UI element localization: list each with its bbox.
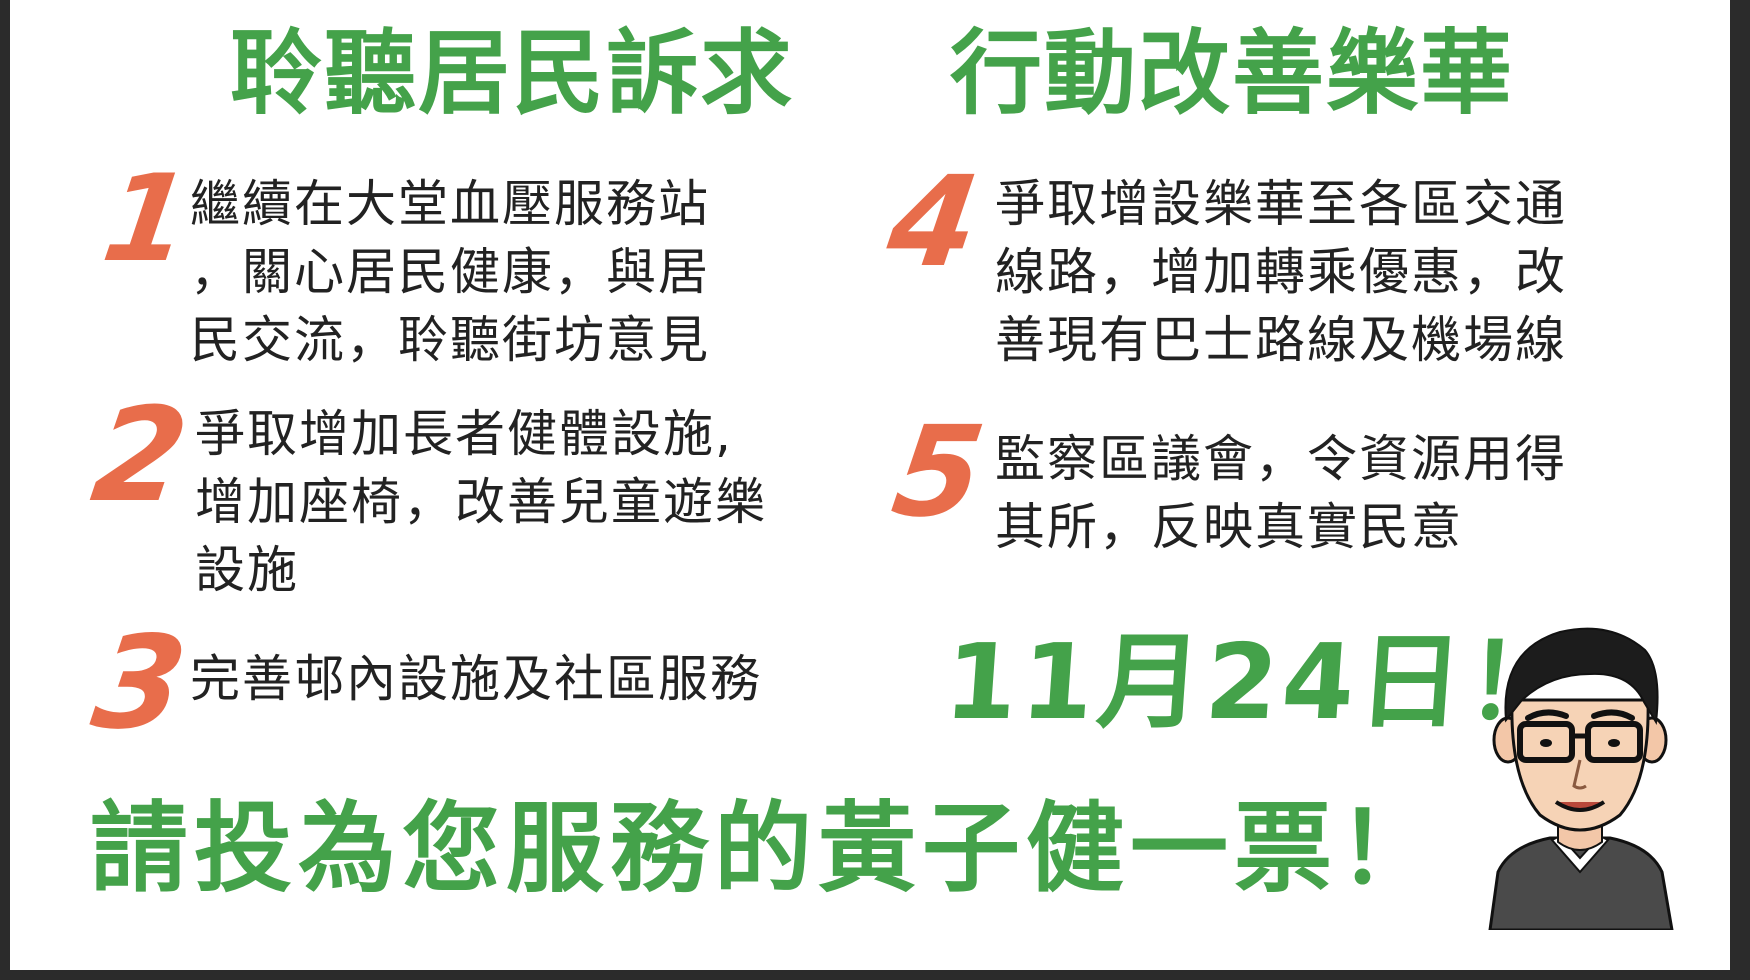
headline-right: 行動改善樂華 [950,20,1515,127]
item-text-5: 監察區議會，令資源用得 其所，反映真實民意 [995,430,1567,556]
item-number-2: 2 [84,379,197,531]
headline-left: 聆聽居民訴求 [230,20,795,127]
item-text-1: 繼續在大堂血壓服務站 ，關心居民健康，與居 民交流，聆聽街坊意見 [190,175,710,369]
candidate-portrait [1488,627,1674,930]
item-text-3: 完善邨內設施及社區服務 [190,650,762,708]
item-number-1: 1 [95,150,199,289]
item-number-5: 5 [884,400,993,545]
item-number-3: 3 [84,609,195,758]
vote-slogan: 請投為您服務的黃子健一票！ [90,792,1443,906]
campaign-flyer: 聆聽居民訴求 行動改善樂華 1 繼續在大堂血壓服務站 ，關心居民健康，與居 民交… [10,0,1730,970]
item-text-2: 爭取增加長者健體設施, 增加座椅，改善兒童遊樂 設施 [195,405,767,599]
item-number-4: 4 [879,150,988,295]
item-text-4: 爭取增設樂華至各區交通 線路，增加轉乘優惠，改 善現有巴士路線及機場線 [995,175,1567,369]
